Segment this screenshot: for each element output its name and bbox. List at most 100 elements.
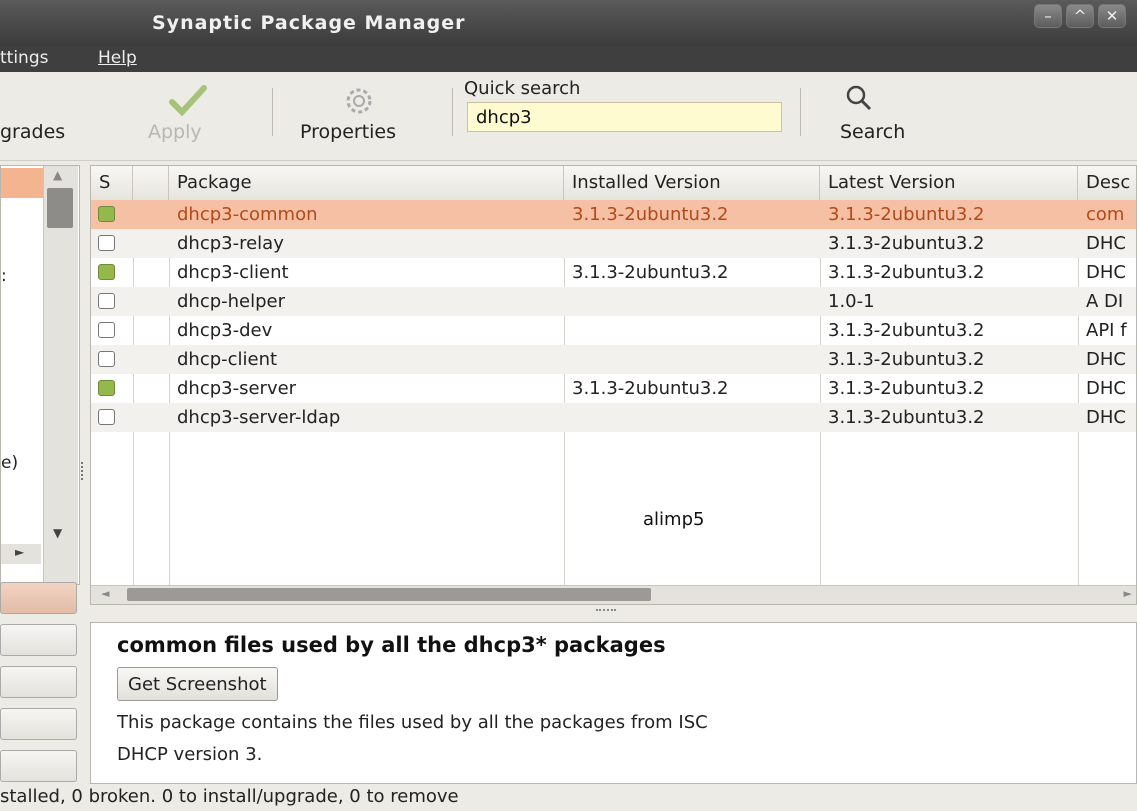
toolbar: grades Apply Properties Quick search Sea… bbox=[0, 72, 1137, 161]
table-row[interactable]: dhcp3-server 3.1.3-2ubuntu3.2 3.1.3-2ubunt… bbox=[91, 374, 1136, 403]
status-button[interactable] bbox=[0, 624, 77, 656]
menu-bar: ttings Help bbox=[0, 46, 1137, 72]
column-installed-version[interactable]: Installed Version bbox=[564, 166, 820, 200]
package-details: common files used by all the dhcp3* pack… bbox=[90, 622, 1137, 784]
menu-settings[interactable]: ttings bbox=[0, 48, 48, 68]
scroll-up-icon[interactable]: ▲ bbox=[53, 168, 62, 182]
toolbar-separator bbox=[800, 88, 801, 136]
package-name-cell: dhcp3-server-ldap bbox=[177, 407, 341, 428]
package-table: S Package Installed Version Latest Versi… bbox=[90, 165, 1137, 605]
latest-version-cell: 3.1.3-2ubuntu3.2 bbox=[828, 407, 985, 428]
installed-checkbox[interactable] bbox=[98, 380, 115, 396]
status-cell bbox=[91, 258, 133, 287]
installed-version-cell: 3.1.3-2ubuntu3.2 bbox=[572, 204, 729, 225]
apply-label: Apply bbox=[148, 121, 202, 143]
maximize-button[interactable]: ^ bbox=[1066, 4, 1094, 28]
column-package[interactable]: Package bbox=[169, 166, 564, 200]
description-line: DHCP version 3. bbox=[117, 744, 263, 765]
table-row[interactable]: dhcp-client 3.1.3-2ubuntu3.2 DHC bbox=[91, 345, 1136, 374]
table-row[interactable]: dhcp3-client 3.1.3-2ubuntu3.2 3.1.3-2ubunt… bbox=[91, 258, 1136, 287]
installed-version-cell: 3.1.3-2ubuntu3.2 bbox=[572, 262, 729, 283]
not-installed-checkbox[interactable] bbox=[98, 409, 115, 425]
window-title: Synaptic Package Manager bbox=[152, 12, 466, 34]
package-name-cell: dhcp-client bbox=[177, 349, 278, 370]
table-hscrollbar[interactable]: ◄ ► bbox=[91, 585, 1136, 604]
status-cell bbox=[91, 200, 133, 229]
latest-version-cell: 3.1.3-2ubuntu3.2 bbox=[828, 233, 985, 254]
table-row[interactable]: dhcp3-dev 3.1.3-2ubuntu3.2 API f bbox=[91, 316, 1136, 345]
table-row[interactable]: dhcp3-server-ldap 3.1.3-2ubuntu3.2 DHC bbox=[91, 403, 1136, 432]
description-cell: DHC bbox=[1086, 378, 1126, 399]
status-cell bbox=[91, 229, 133, 258]
checkmark-icon bbox=[169, 85, 207, 117]
status-cell bbox=[91, 403, 133, 432]
description-cell: DHC bbox=[1086, 262, 1126, 283]
not-installed-checkbox[interactable] bbox=[98, 322, 115, 338]
sections-button[interactable] bbox=[0, 582, 77, 614]
latest-version-cell: 3.1.3-2ubuntu3.2 bbox=[828, 204, 985, 225]
filter-scrollbar[interactable]: ▲ ▼ bbox=[43, 166, 78, 584]
scrollbar-thumb[interactable] bbox=[47, 188, 73, 228]
package-name-cell: dhcp-helper bbox=[177, 291, 286, 312]
quick-search-input[interactable] bbox=[467, 102, 782, 132]
package-name-cell: dhcp3-server bbox=[177, 378, 297, 399]
latest-version-cell: 3.1.3-2ubuntu3.2 bbox=[828, 349, 985, 370]
minimize-button[interactable]: – bbox=[1034, 4, 1062, 28]
column-status[interactable]: S bbox=[91, 166, 133, 200]
installed-checkbox[interactable] bbox=[98, 206, 115, 222]
menu-help[interactable]: Help bbox=[98, 48, 137, 68]
package-name-cell: dhcp3-relay bbox=[177, 233, 284, 254]
search-results-button[interactable] bbox=[0, 750, 77, 782]
custom-filters-button[interactable] bbox=[0, 708, 77, 740]
filter-hscrollbar[interactable]: ► bbox=[1, 544, 41, 564]
search-icon bbox=[846, 85, 872, 111]
get-screenshot-button[interactable]: Get Screenshot bbox=[117, 667, 278, 701]
status-cell bbox=[91, 374, 133, 403]
scrollbar-thumb[interactable] bbox=[127, 588, 651, 601]
table-header: S Package Installed Version Latest Versi… bbox=[91, 166, 1136, 201]
latest-version-cell: 3.1.3-2ubuntu3.2 bbox=[828, 378, 985, 399]
mark-all-upgrades-button[interactable]: grades bbox=[0, 121, 65, 143]
column-support[interactable] bbox=[133, 166, 169, 200]
table-row[interactable]: dhcp3-relay 3.1.3-2ubuntu3.2 DHC bbox=[91, 229, 1136, 258]
quick-search-label: Quick search bbox=[464, 78, 581, 99]
not-installed-checkbox[interactable] bbox=[98, 351, 115, 367]
status-bar: stalled, 0 broken. 0 to install/upgrade,… bbox=[0, 786, 459, 807]
package-description: This package contains the files used by … bbox=[117, 707, 1017, 771]
description-cell: DHC bbox=[1086, 407, 1126, 428]
package-name-cell: dhcp3-dev bbox=[177, 320, 273, 341]
origin-button[interactable] bbox=[0, 666, 77, 698]
latest-version-cell: 3.1.3-2ubuntu3.2 bbox=[828, 320, 985, 341]
close-button[interactable]: ✕ bbox=[1098, 4, 1126, 28]
latest-version-cell: 1.0-1 bbox=[828, 291, 875, 312]
filter-list[interactable]: : e) ▲ ▼ ► bbox=[0, 165, 80, 585]
not-installed-checkbox[interactable] bbox=[98, 235, 115, 251]
table-row[interactable]: dhcp-helper 1.0-1 A DI bbox=[91, 287, 1136, 316]
scroll-left-icon[interactable]: ◄ bbox=[101, 587, 109, 600]
filter-item-selected[interactable] bbox=[1, 168, 43, 198]
filter-item[interactable]: : bbox=[1, 266, 7, 286]
apply-button[interactable]: Apply bbox=[140, 78, 240, 154]
scroll-right-icon[interactable]: ► bbox=[1124, 587, 1132, 600]
toolbar-separator bbox=[272, 88, 273, 136]
scroll-right-icon[interactable]: ► bbox=[15, 545, 24, 559]
column-latest-version[interactable]: Latest Version bbox=[820, 166, 1078, 200]
toolbar-separator bbox=[452, 88, 453, 136]
search-button[interactable]: Search bbox=[830, 78, 940, 154]
filter-item[interactable]: e) bbox=[1, 453, 18, 473]
description-cell: DHC bbox=[1086, 349, 1126, 370]
latest-version-cell: 3.1.3-2ubuntu3.2 bbox=[828, 262, 985, 283]
properties-button[interactable]: Properties bbox=[292, 78, 432, 154]
gear-icon bbox=[346, 88, 372, 114]
status-cell bbox=[91, 345, 133, 374]
not-installed-checkbox[interactable] bbox=[98, 293, 115, 309]
package-name-cell: dhcp3-client bbox=[177, 262, 289, 283]
column-description[interactable]: Desc bbox=[1078, 166, 1136, 200]
table-row[interactable]: dhcp3-common 3.1.3-2ubuntu3.2 3.1.3-2ubunt… bbox=[91, 200, 1136, 229]
description-line: This package contains the files used by … bbox=[117, 712, 708, 733]
status-cell bbox=[91, 316, 133, 345]
pane-resize-handle[interactable] bbox=[81, 462, 89, 480]
installed-checkbox[interactable] bbox=[98, 264, 115, 280]
pane-resize-handle[interactable] bbox=[596, 609, 616, 615]
scroll-down-icon[interactable]: ▼ bbox=[53, 526, 62, 540]
